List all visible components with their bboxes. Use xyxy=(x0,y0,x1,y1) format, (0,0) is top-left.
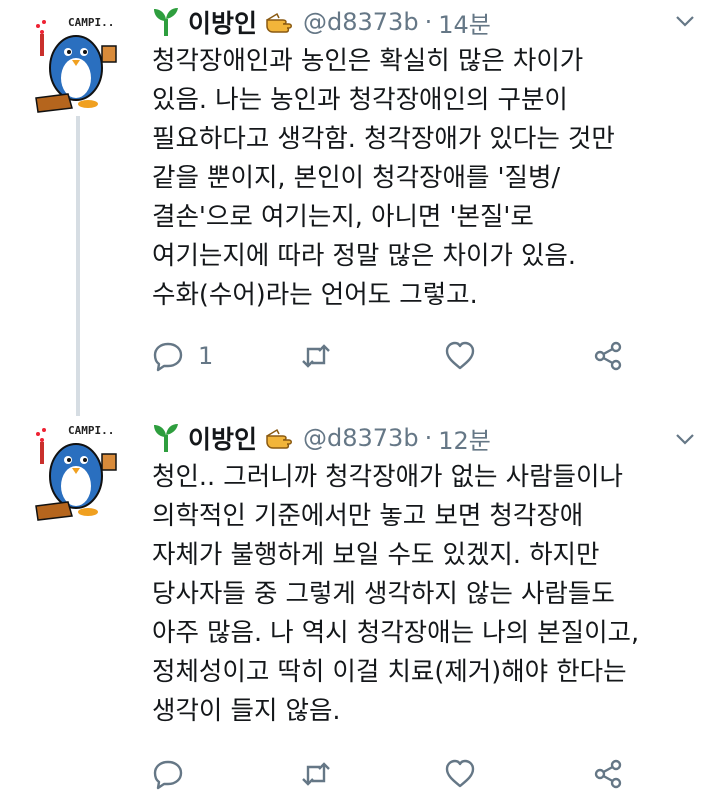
separator-dot: · xyxy=(424,424,433,452)
timestamp[interactable]: 12분 xyxy=(438,421,491,456)
sprout-icon xyxy=(154,8,178,36)
tweet-header: 이방인 @d8373b · 12분 xyxy=(152,420,491,456)
avatar[interactable]: CAMPI.. xyxy=(28,420,132,524)
retweet-button[interactable] xyxy=(300,754,346,794)
reply-icon xyxy=(153,342,183,372)
author-handle[interactable]: @d8373b xyxy=(303,8,419,36)
retweet-button[interactable] xyxy=(300,336,346,376)
tweet-header: 이방인 @d8373b · 14분 xyxy=(152,4,491,40)
share-button[interactable] xyxy=(592,754,624,794)
like-icon xyxy=(445,759,475,788)
tweet-text-line: 아주 많음. 나 역시 청각장애는 나의 본질이고, xyxy=(152,618,640,648)
avatar-text: CAMPI.. xyxy=(68,424,114,437)
reply-icon xyxy=(153,760,183,790)
retweet-icon xyxy=(302,344,330,368)
timestamp[interactable]: 14분 xyxy=(438,5,491,40)
separator-dot: · xyxy=(424,8,433,36)
tweet-text-line: 있음. 나는 농인과 청각장애인의 구분이 xyxy=(152,85,568,115)
tweet-text-line: 자체가 불행하게 보일 수도 있겠지. 하지만 xyxy=(152,540,600,570)
tweet-text-line: 의학적인 기준에서만 놓고 보면 청각장애 xyxy=(152,501,584,531)
tweet-text-line: 수화(수어)라는 언어도 그렇고. xyxy=(152,280,478,310)
tweet-actions: 1 xyxy=(152,336,642,376)
tweet-text-line: 여기는지에 따라 정말 많은 차이가 있음. xyxy=(152,241,576,271)
avatar-text: CAMPI.. xyxy=(68,16,114,29)
like-button[interactable] xyxy=(444,754,490,794)
share-icon xyxy=(594,759,622,789)
like-icon xyxy=(445,341,475,370)
tweet-text-line: 당사자들 중 그렇게 생각하지 않는 사람들도 xyxy=(152,579,615,609)
share-icon xyxy=(594,341,622,371)
tweet[interactable]: CAMPI.. 이방인 @d8373b · 14분 청각장애인과 농인은 확실히… xyxy=(0,0,720,416)
tweet-text-line: 청인.. 그러니까 청각장애가 없는 사람들이나 xyxy=(152,462,623,492)
pointing-hand-icon xyxy=(266,428,293,449)
author-handle[interactable]: @d8373b xyxy=(303,424,419,452)
avatar[interactable]: CAMPI.. xyxy=(28,12,132,116)
chevron-down-icon[interactable] xyxy=(674,10,696,32)
reply-button[interactable] xyxy=(152,754,198,794)
tweet-text-line: 생각이 들지 않음. xyxy=(152,696,341,726)
tweet-text-line: 같을 뿐이지, 본인이 청각장애를 '질병/ xyxy=(152,163,561,193)
tweet-text-line: 결손'으로 여기는지, 아니면 '본질'로 xyxy=(152,202,534,232)
tweet-text-line: 정체성이고 딱히 이걸 치료(제거)해야 한다는 xyxy=(152,657,627,687)
tweet-text: 청인.. 그러니까 청각장애가 없는 사람들이나 의학적인 기준에서만 놓고 보… xyxy=(152,458,712,731)
sprout-icon xyxy=(154,424,178,452)
tweet-actions xyxy=(152,754,642,794)
like-button[interactable] xyxy=(444,336,490,376)
tweet-text-line: 필요하다고 생각함. 청각장애가 있다는 것만 xyxy=(152,124,615,154)
reply-button[interactable]: 1 xyxy=(152,336,213,376)
thread-line xyxy=(76,116,80,416)
tweet-text: 청각장애인과 농인은 확실히 많은 차이가 있음. 나는 농인과 청각장애인의 … xyxy=(152,42,712,315)
pointing-hand-icon xyxy=(266,12,293,33)
author-name[interactable]: 이방인 xyxy=(188,420,257,456)
tweet-text-line: 청각장애인과 농인은 확실히 많은 차이가 xyxy=(152,46,584,76)
reply-count: 1 xyxy=(198,342,214,370)
retweet-icon xyxy=(302,762,330,786)
chevron-down-icon[interactable] xyxy=(674,428,696,450)
share-button[interactable] xyxy=(592,336,624,376)
author-name[interactable]: 이방인 xyxy=(188,4,257,40)
tweet[interactable]: CAMPI.. 이방인 @d8373b · 12분 청인.. 그러니까 청각장애… xyxy=(0,408,720,796)
